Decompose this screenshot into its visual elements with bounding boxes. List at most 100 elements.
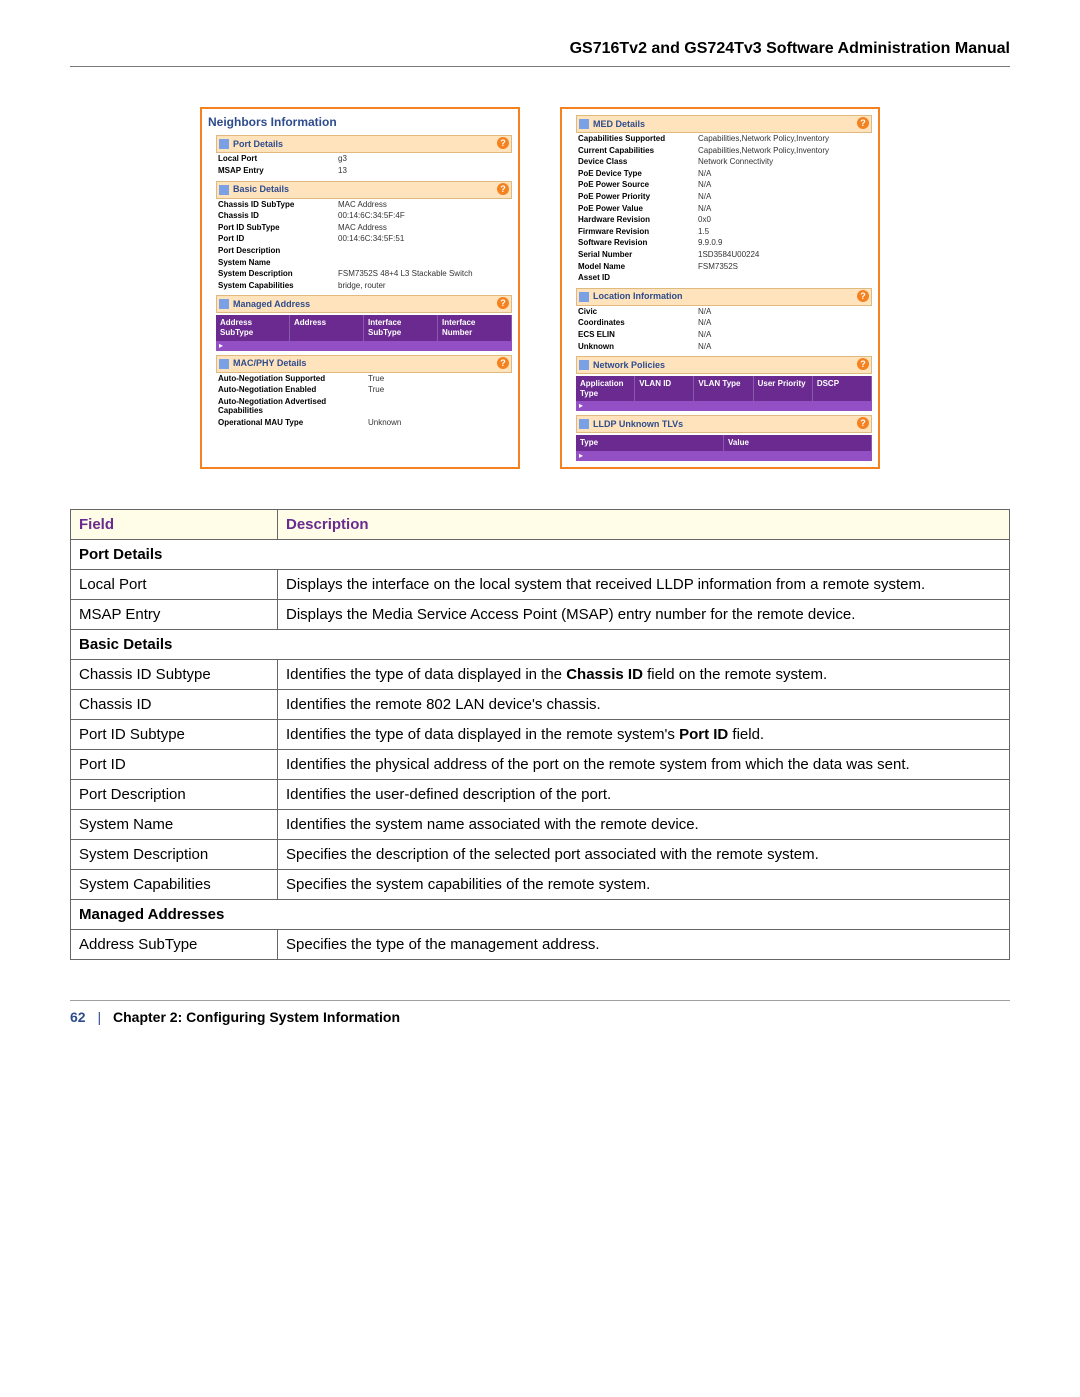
table-row: Chassis IDIdentifies the remote 802 LAN … [71, 689, 1010, 719]
kv-key: Chassis ID [218, 211, 338, 221]
help-icon[interactable]: ? [497, 357, 509, 369]
collapse-icon[interactable] [219, 185, 229, 195]
table-row: Port ID SubtypeIdentifies the type of da… [71, 719, 1010, 749]
section-header: Port Details ? [216, 135, 512, 153]
help-icon[interactable]: ? [497, 183, 509, 195]
kv-row: Capabilities SupportedCapabilities,Netwo… [576, 133, 872, 145]
kv-value: bridge, router [338, 281, 386, 291]
table-row: Managed Addresses [71, 899, 1010, 929]
kv-row: PoE Power ValueN/A [576, 203, 872, 215]
kv-row: Port ID00:14:6C:34:5F:51 [216, 233, 512, 245]
kv-key: Auto-Negotiation Supported [218, 374, 368, 384]
kv-key: Firmware Revision [578, 227, 698, 237]
kv-key: Model Name [578, 262, 698, 272]
collapse-icon[interactable] [219, 139, 229, 149]
table-scroll-row[interactable]: ▸ [216, 341, 512, 351]
kv-value: 9.9.0.9 [698, 238, 722, 248]
kv-row: Auto-Negotiation EnabledTrue [216, 384, 512, 396]
kv-key: Local Port [218, 154, 338, 164]
table-row: Port DescriptionIdentifies the user-defi… [71, 779, 1010, 809]
kv-key: MSAP Entry [218, 166, 338, 176]
kv-value: MAC Address [338, 200, 387, 210]
kv-row: Port Description [216, 245, 512, 257]
document-title: GS716Tv2 and GS724Tv3 Software Administr… [70, 40, 1010, 58]
kv-value: Network Connectivity [698, 157, 773, 167]
collapse-icon[interactable] [579, 119, 589, 129]
kv-row: ECS ELINN/A [576, 329, 872, 341]
kv-key: Auto-Negotiation Advertised Capabilities [218, 397, 368, 416]
field-cell: MSAP Entry [71, 599, 278, 629]
section-macphy: MAC/PHY Details ? Auto-Negotiation Suppo… [216, 355, 512, 429]
collapse-icon[interactable] [579, 292, 589, 302]
kv-value: N/A [698, 180, 711, 190]
kv-row: Firmware Revision1.5 [576, 226, 872, 238]
help-icon[interactable]: ? [857, 117, 869, 129]
section-header-label: Basic Details [233, 184, 289, 195]
kv-value: 1.5 [698, 227, 709, 237]
kv-value: FSM7352S 48+4 L3 Stackable Switch [338, 269, 473, 279]
header-rule [70, 66, 1010, 67]
kv-row: Serial Number1SD3584U00224 [576, 249, 872, 261]
kv-value: 00:14:6C:34:5F:4F [338, 211, 405, 221]
screenshot-med-details: MED Details ? Capabilities SupportedCapa… [560, 107, 880, 469]
network-policies-table: Application TypeVLAN IDVLAN TypeUser Pri… [576, 376, 872, 411]
collapse-icon[interactable] [579, 360, 589, 370]
managed-address-table: Address SubTypeAddressInterface SubTypeI… [216, 315, 512, 350]
field-cell: Port ID [71, 749, 278, 779]
collapse-icon[interactable] [219, 359, 229, 369]
kv-value: N/A [698, 204, 711, 214]
collapse-icon[interactable] [579, 419, 589, 429]
kv-value: 0x0 [698, 215, 711, 225]
kv-key: Device Class [578, 157, 698, 167]
mini-col-header: VLAN Type [694, 376, 753, 401]
help-icon[interactable]: ? [857, 417, 869, 429]
section-basic-details: Basic Details ? Chassis ID SubTypeMAC Ad… [216, 181, 512, 292]
kv-value: True [368, 374, 384, 384]
screenshot-panels: Neighbors Information Port Details ? Loc… [70, 107, 1010, 469]
footer-separator: | [97, 1009, 101, 1025]
kv-value: N/A [698, 318, 711, 328]
screenshot-neighbors-info: Neighbors Information Port Details ? Loc… [200, 107, 520, 469]
desc-cell: Specifies the description of the selecte… [278, 839, 1010, 869]
mini-col-header: Application Type [576, 376, 635, 401]
desc-cell: Identifies the user-defined description … [278, 779, 1010, 809]
kv-value: MAC Address [338, 223, 387, 233]
table-row: System DescriptionSpecifies the descript… [71, 839, 1010, 869]
section-header: MAC/PHY Details ? [216, 355, 512, 373]
collapse-icon[interactable] [219, 299, 229, 309]
field-cell: System Name [71, 809, 278, 839]
kv-key: PoE Power Value [578, 204, 698, 214]
kv-row: Local Portg3 [216, 153, 512, 165]
table-row: MSAP EntryDisplays the Media Service Acc… [71, 599, 1010, 629]
help-icon[interactable]: ? [497, 137, 509, 149]
kv-row: PoE Device TypeN/A [576, 168, 872, 180]
kv-row: Chassis ID00:14:6C:34:5F:4F [216, 210, 512, 222]
kv-row: MSAP Entry13 [216, 165, 512, 177]
kv-key: Port Description [218, 246, 338, 256]
kv-key: PoE Power Source [578, 180, 698, 190]
help-icon[interactable]: ? [497, 297, 509, 309]
help-icon[interactable]: ? [857, 358, 869, 370]
mini-col-header: Value [724, 435, 872, 451]
table-row: Port Details [71, 539, 1010, 569]
kv-value: N/A [698, 192, 711, 202]
desc-cell: Identifies the type of data displayed in… [278, 719, 1010, 749]
section-header: Network Policies ? [576, 356, 872, 374]
section-header-label: Network Policies [593, 360, 665, 371]
kv-key: Unknown [578, 342, 698, 352]
kv-key: Current Capabilities [578, 146, 698, 156]
field-cell: Port Description [71, 779, 278, 809]
kv-key: Capabilities Supported [578, 134, 698, 144]
kv-key: PoE Device Type [578, 169, 698, 179]
field-cell: Address SubType [71, 929, 278, 959]
kv-key: Auto-Negotiation Enabled [218, 385, 368, 395]
table-scroll-row[interactable]: ▸ [576, 451, 872, 461]
mini-col-header: Address [290, 315, 364, 340]
help-icon[interactable]: ? [857, 290, 869, 302]
table-row: Chassis ID SubtypeIdentifies the type of… [71, 659, 1010, 689]
field-cell: Local Port [71, 569, 278, 599]
kv-row: Current CapabilitiesCapabilities,Network… [576, 145, 872, 157]
kv-value: 00:14:6C:34:5F:51 [338, 234, 404, 244]
field-cell: Port ID Subtype [71, 719, 278, 749]
table-scroll-row[interactable]: ▸ [576, 401, 872, 411]
